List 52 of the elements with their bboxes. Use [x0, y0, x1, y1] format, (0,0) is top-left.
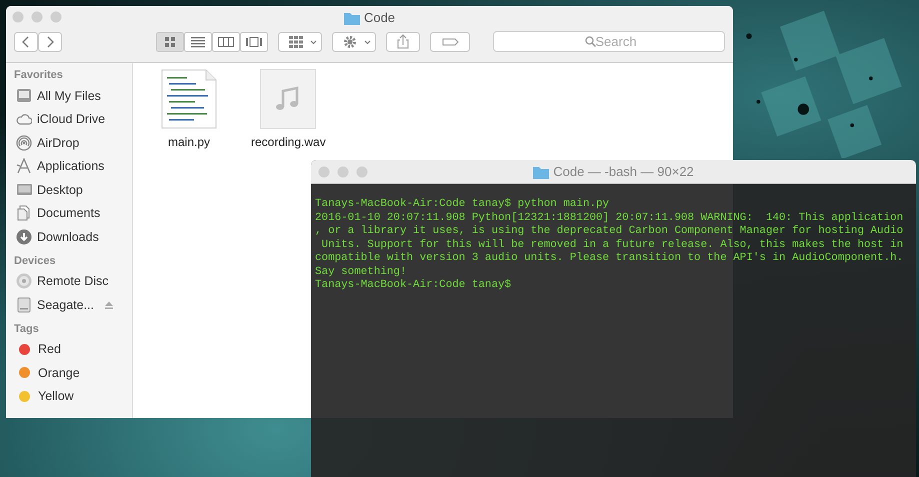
letter-a-icon	[16, 158, 32, 174]
terminal-line: 2016-01-10 20:07:11.908 Python[12321:1881200] 20:07:11.908 WARNING: 140: This application	[315, 212, 904, 225]
terminal-line: Tanays-MacBook-Air:Code tanay$	[315, 279, 512, 292]
arrange-button[interactable]	[278, 32, 322, 52]
terminal-line: Tanays-MacBook-Air:Code tanay$ python main.py	[315, 198, 610, 212]
terminal-line: compatible with version 3 audio units. Please transition to the API's in AudioComponent.h.	[315, 252, 904, 266]
section-heading: Favorites	[14, 69, 64, 81]
back-button[interactable]	[14, 32, 38, 52]
column-view-icon[interactable]	[212, 32, 240, 52]
files-drawer-icon	[16, 88, 32, 104]
list-view-icon[interactable]	[184, 32, 212, 52]
sidebar-item[interactable]: Yellow	[38, 389, 74, 404]
sidebar-item[interactable]: Desktop	[37, 182, 83, 197]
window-title: Code — -bash — 90×22	[553, 164, 694, 179]
window-title: Code	[364, 10, 396, 25]
code-document-icon[interactable]	[161, 69, 217, 129]
search-icon	[585, 36, 596, 47]
sidebar-item[interactable]: All My Files	[37, 88, 101, 103]
sidebar-item[interactable]: Orange	[38, 366, 80, 380]
window-controls-icon	[318, 166, 368, 178]
file-name[interactable]: recording.wav	[251, 135, 326, 149]
sidebar-item[interactable]: iCloud Drive	[37, 112, 106, 126]
terminal-line: Units. Support for this will be removed in a future release. Also, this makes the host in	[320, 238, 904, 252]
cover-flow-view-icon[interactable]	[240, 32, 268, 52]
folder-icon	[533, 164, 550, 179]
icon-view-icon[interactable]	[156, 32, 184, 52]
sidebar-item[interactable]: AirDrop	[37, 136, 80, 150]
concentric-arcs-icon	[16, 134, 32, 151]
folder-icon	[344, 10, 360, 25]
eject-icon[interactable]	[105, 300, 113, 309]
terminal-line: , or a library it uses, is using the deprecated Carbon Component Manager for hosting Audio	[315, 225, 904, 238]
window-controls-icon	[12, 11, 62, 23]
search-field[interactable]: Search	[493, 31, 725, 52]
sidebar-item[interactable]: Applications	[37, 159, 104, 174]
cloud-icon	[16, 111, 32, 128]
disc-icon	[16, 273, 32, 290]
section-heading: Tags	[14, 322, 40, 334]
action-gear-button[interactable]	[332, 32, 376, 52]
sidebar-item[interactable]: Documents	[37, 206, 100, 220]
file-name[interactable]: main.py	[168, 135, 210, 149]
terminal-line: Say something!	[315, 266, 408, 279]
sidebar-item[interactable]: Downloads	[37, 230, 99, 244]
tags-button[interactable]	[430, 32, 470, 52]
forward-button[interactable]	[38, 32, 62, 52]
sidebar-item[interactable]: Remote Disc	[37, 274, 109, 288]
sidebar-item[interactable]: Seagate...	[37, 298, 94, 312]
share-button[interactable]	[386, 32, 420, 52]
section-heading: Devices	[14, 254, 57, 266]
monitor-icon	[16, 182, 32, 198]
drive-icon	[16, 296, 32, 313]
sidebar-item[interactable]: Red	[38, 342, 61, 356]
documents-icon	[16, 205, 32, 222]
